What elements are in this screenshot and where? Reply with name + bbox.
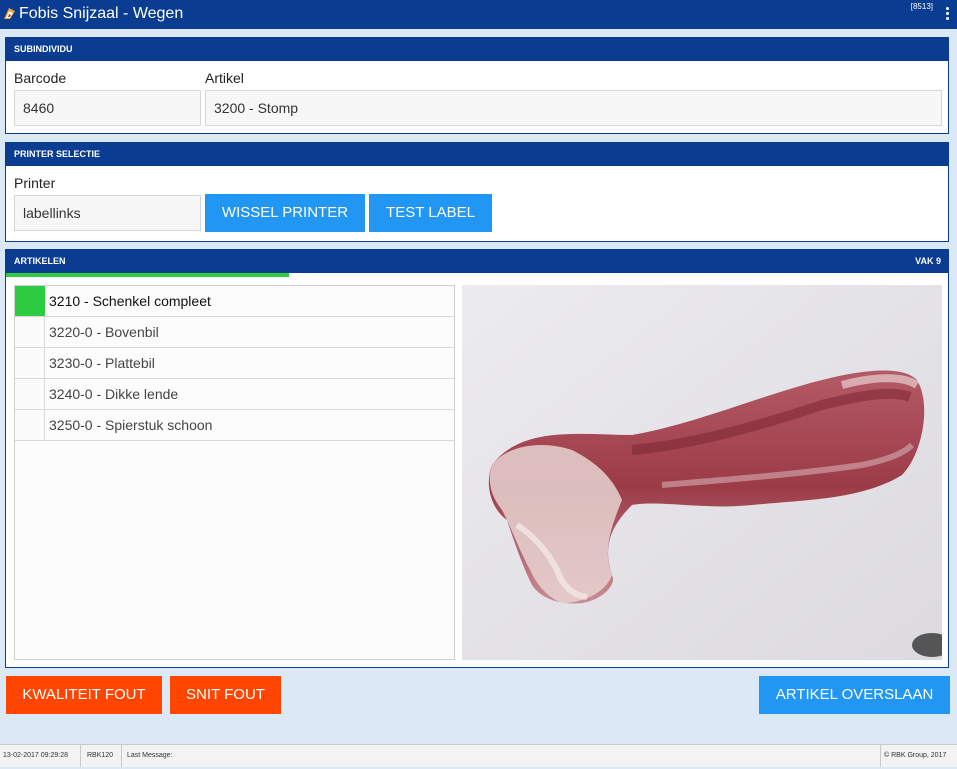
status-copyright: © RBK Group, 2017 [884,752,947,759]
list-item[interactable]: 3210 - Schenkel compleet [15,286,454,317]
artikel-list: 3210 - Schenkel compleet 3220-0 - Bovenb… [14,285,455,660]
subindividu-panel: SUBINDIVIDU Barcode 8460 Artikel 3200 - … [5,37,949,134]
window-title: Fobis Snijzaal - Wegen [19,5,184,22]
artikel-overslaan-button[interactable]: ARTIKEL OVERSLAAN [759,676,950,714]
list-item[interactable]: 3240-0 - Dikke lende [15,379,454,410]
subindividu-header-label: SUBINDIVIDU [14,44,73,54]
item-marker [15,379,45,409]
list-item-label: 3250-0 - Spierstuk schoon [49,417,213,433]
list-item-label: 3210 - Schenkel compleet [49,293,211,309]
title-bar: Fobis Snijzaal - Wegen [8513] [0,0,957,29]
artikelen-header-label: ARTIKELEN [14,256,66,266]
progress-bar [6,273,289,277]
item-marker [15,348,45,378]
list-item[interactable]: 3250-0 - Spierstuk schoon [15,410,454,441]
subindividu-header: SUBINDIVIDU [6,38,948,61]
item-marker [15,317,45,347]
vak-label: VAK 9 [915,256,941,266]
selected-marker [15,286,45,316]
list-item[interactable]: 3220-0 - Bovenbil [15,317,454,348]
list-item-label: 3240-0 - Dikke lende [49,386,179,402]
printer-header: PRINTER SELECTIE [6,143,948,166]
status-bar: 13-02-2017 09:29:28 RBK120 Last Message:… [0,744,957,767]
status-datetime: 13-02-2017 09:29:28 [0,745,81,767]
station-code: [8513] [910,2,933,11]
test-label-button[interactable]: TEST LABEL [369,194,492,232]
item-marker [15,410,45,440]
artikel-field[interactable]: 3200 - Stomp [205,90,942,126]
printer-label: Printer [14,175,56,191]
status-user: RBK120 [84,745,122,767]
meat-image [462,285,942,660]
status-last-message: Last Message: [124,745,881,767]
kwaliteit-fout-button[interactable]: KWALITEIT FOUT [6,676,162,714]
printer-panel: PRINTER SELECTIE Printer labellinks WISS… [5,142,949,242]
printer-header-label: PRINTER SELECTIE [14,149,101,159]
list-item[interactable]: 3230-0 - Plattebil [15,348,454,379]
artikelen-header: ARTIKELEN VAK 9 [6,250,948,273]
product-photo [462,285,942,660]
kebab-menu-icon[interactable] [946,7,950,23]
artikel-label: Artikel [205,70,244,86]
list-item-label: 3230-0 - Plattebil [49,355,155,371]
fobis-logo-icon [4,8,15,19]
barcode-field[interactable]: 8460 [14,90,201,126]
snit-fout-button[interactable]: SNIT FOUT [170,676,281,714]
list-item-label: 3220-0 - Bovenbil [49,324,159,340]
wissel-printer-button[interactable]: WISSEL PRINTER [205,194,365,232]
artikelen-panel: ARTIKELEN VAK 9 3210 - Schenkel compleet… [5,249,949,668]
barcode-label: Barcode [14,70,67,86]
printer-field[interactable]: labellinks [14,195,201,231]
